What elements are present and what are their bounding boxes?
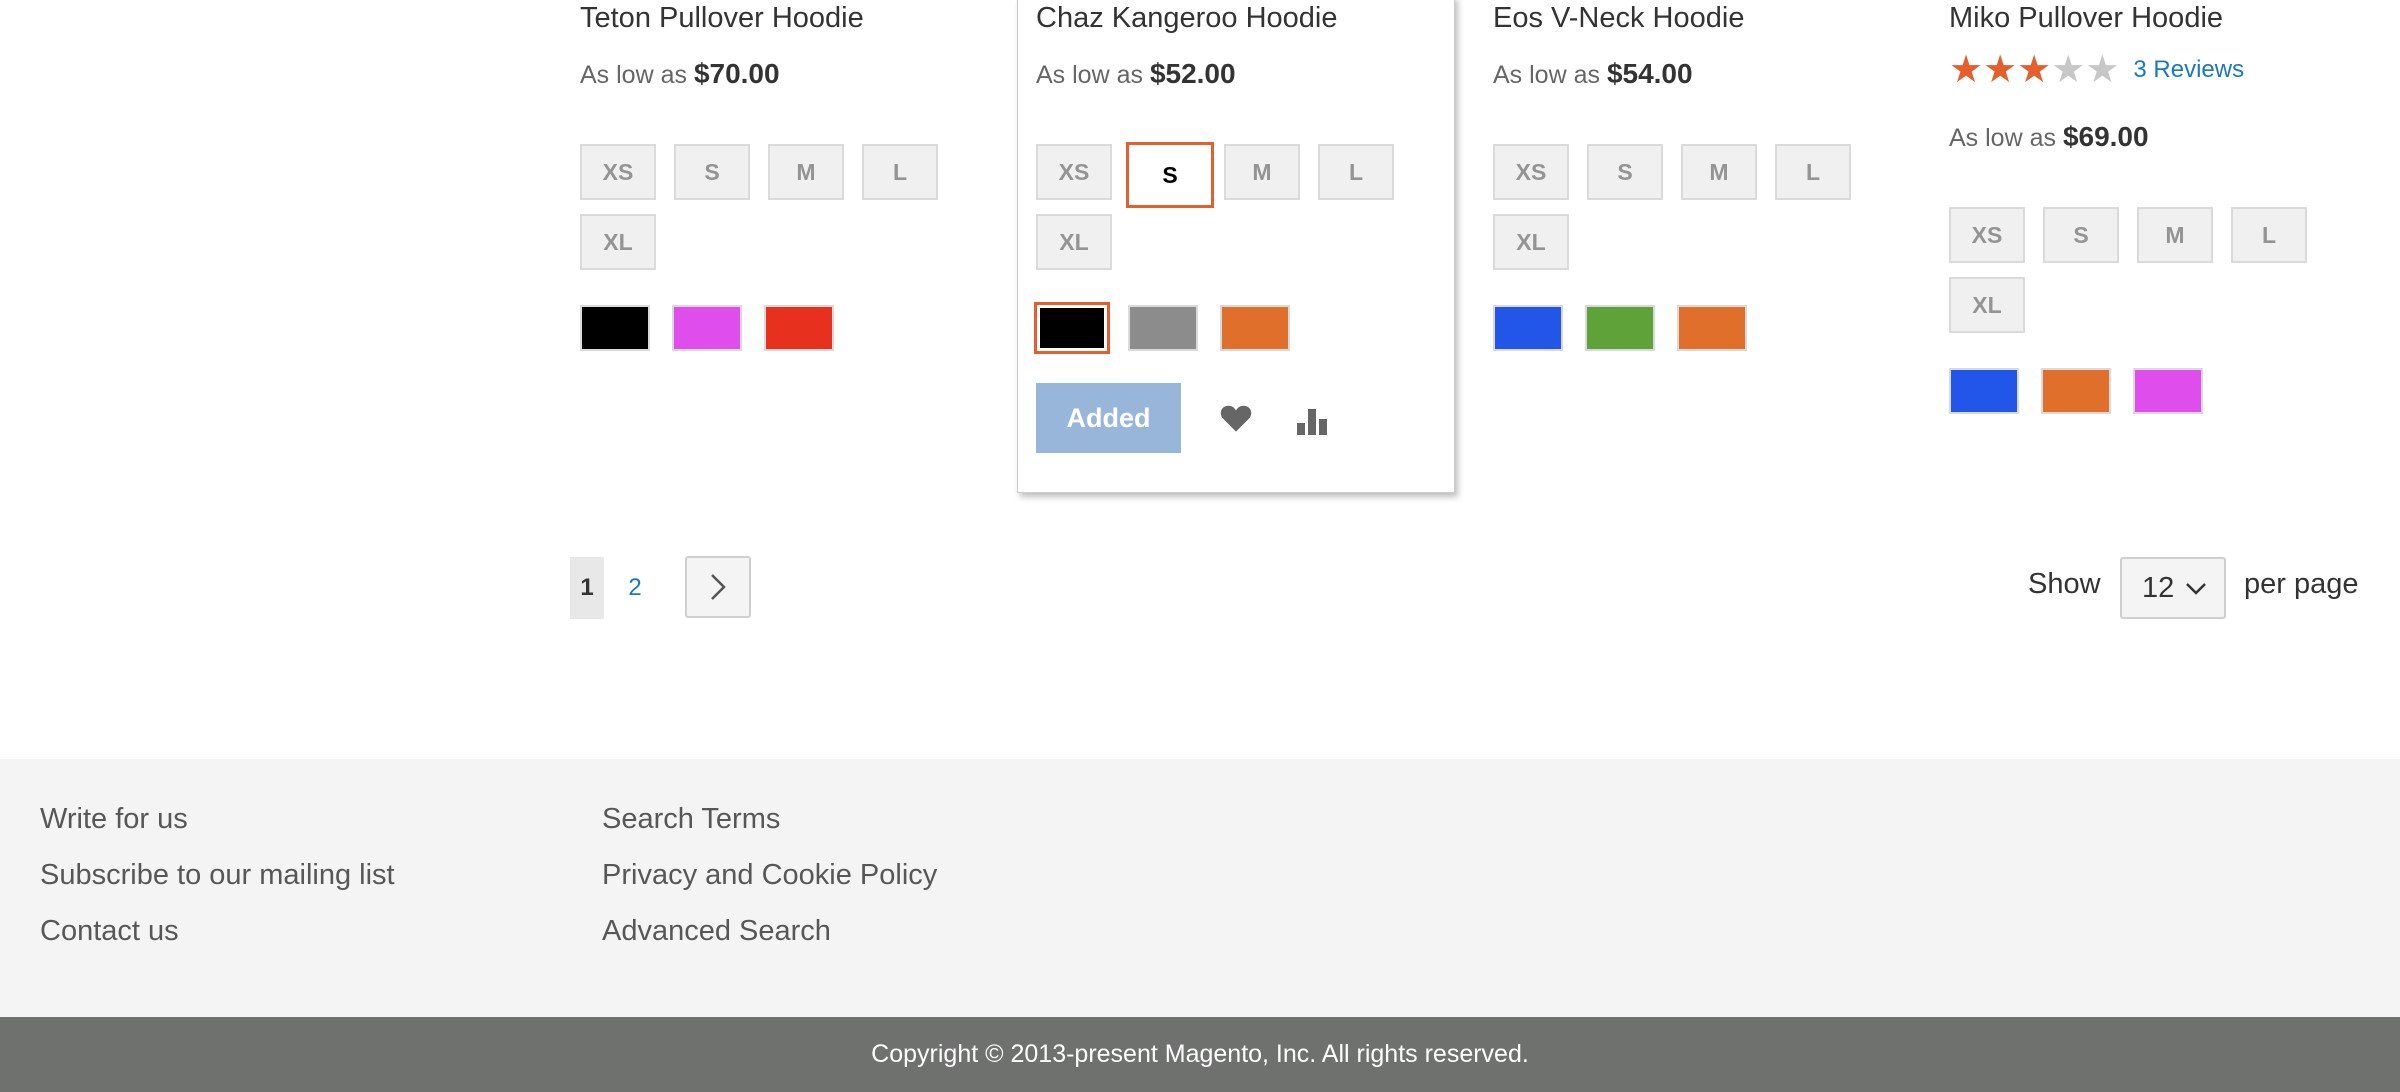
color-swatch-blue[interactable] [1493, 305, 1563, 351]
price-box: As low as $70.00 [580, 58, 780, 90]
size-option[interactable]: XS [1949, 207, 2025, 263]
reviews-link[interactable]: 3 Reviews [2133, 56, 2244, 84]
bar-chart-icon[interactable] [1292, 400, 1332, 440]
price: $54.00 [1606, 58, 1693, 89]
size-option[interactable]: S [1587, 144, 1663, 200]
limiter-per-page-label: per page [2244, 568, 2359, 600]
copyright-text: Copyright © 2013-present Magento, Inc. A… [871, 1040, 1529, 1068]
footer-link[interactable]: Advanced Search [602, 913, 937, 969]
star-filled-icon: ★ [1983, 49, 2018, 91]
pager-next-button[interactable] [685, 556, 751, 618]
star-empty-icon: ★ [2051, 49, 2086, 91]
limiter-select[interactable]: 12 [2120, 557, 2226, 619]
price: $52.00 [1149, 58, 1236, 89]
footer-link[interactable]: Write for us [40, 801, 395, 857]
price-box: As low as $52.00 [1036, 58, 1236, 90]
add-to-cart-button[interactable]: Added [1036, 383, 1181, 453]
size-option[interactable]: XL [580, 214, 656, 270]
price: $69.00 [2062, 121, 2149, 152]
size-option[interactable]: L [1318, 144, 1394, 200]
color-swatch-orange[interactable] [1220, 305, 1290, 351]
size-option[interactable]: XL [1949, 277, 2025, 333]
price-prefix: As low as [1493, 61, 1600, 89]
chevron-right-icon [711, 574, 726, 600]
size-option[interactable]: XL [1036, 214, 1112, 270]
rating-summary: ★ ★ ★ ★ ★ 3 Reviews [1949, 50, 2244, 90]
footer-link[interactable]: Contact us [40, 913, 395, 969]
limiter-value: 12 [2142, 571, 2175, 604]
star-filled-icon: ★ [2017, 49, 2052, 91]
page-footer: Write for us Subscribe to our mailing li… [0, 759, 2400, 1017]
chevron-down-icon [2186, 583, 2206, 595]
size-option[interactable]: M [1681, 144, 1757, 200]
copyright-bar: Copyright © 2013-present Magento, Inc. A… [0, 1017, 2400, 1092]
size-option[interactable]: XS [580, 144, 656, 200]
color-swatch-purple[interactable] [672, 305, 742, 351]
color-swatch-orange[interactable] [2041, 368, 2111, 414]
size-option[interactable]: L [862, 144, 938, 200]
size-option[interactable]: XS [1036, 144, 1112, 200]
product-name[interactable]: Miko Pullover Hoodie [1949, 0, 2223, 36]
color-swatch-black-selected[interactable] [1034, 302, 1110, 354]
size-option[interactable]: M [2137, 207, 2213, 263]
size-option[interactable]: M [1224, 144, 1300, 200]
size-option[interactable]: M [768, 144, 844, 200]
color-swatch-green[interactable] [1585, 305, 1655, 351]
price-box: As low as $69.00 [1949, 121, 2149, 153]
price-prefix: As low as [1036, 61, 1143, 89]
footer-link[interactable]: Subscribe to our mailing list [40, 857, 395, 913]
footer-links-column: Write for us Subscribe to our mailing li… [40, 801, 395, 969]
size-option[interactable]: S [674, 144, 750, 200]
pager-current-page: 1 [570, 557, 604, 619]
product-name[interactable]: Chaz Kangeroo Hoodie [1036, 0, 1337, 36]
size-option[interactable]: L [2231, 207, 2307, 263]
size-option-selected[interactable]: S [1126, 142, 1214, 208]
price-prefix: As low as [1949, 124, 2056, 152]
size-option[interactable]: L [1775, 144, 1851, 200]
footer-link[interactable]: Privacy and Cookie Policy [602, 857, 937, 913]
product-name[interactable]: Teton Pullover Hoodie [580, 0, 864, 36]
color-swatch-red[interactable] [764, 305, 834, 351]
product-name[interactable]: Eos V-Neck Hoodie [1493, 0, 1744, 36]
size-option[interactable]: S [2043, 207, 2119, 263]
footer-links-column: Search Terms Privacy and Cookie Policy A… [602, 801, 937, 969]
color-swatch-black[interactable] [580, 305, 650, 351]
star-filled-icon: ★ [1949, 49, 1984, 91]
footer-link[interactable]: Search Terms [602, 801, 937, 857]
price-box: As low as $54.00 [1493, 58, 1693, 90]
color-swatch-purple[interactable] [2133, 368, 2203, 414]
color-swatch-orange[interactable] [1677, 305, 1747, 351]
size-option[interactable]: XL [1493, 214, 1569, 270]
size-option[interactable]: XS [1493, 144, 1569, 200]
limiter-show-label: Show [2028, 568, 2101, 600]
price: $70.00 [693, 58, 780, 89]
star-empty-icon: ★ [2085, 49, 2120, 91]
color-swatch-gray[interactable] [1128, 305, 1198, 351]
color-swatch-blue[interactable] [1949, 368, 2019, 414]
heart-icon[interactable] [1216, 398, 1256, 438]
pager-page-link[interactable]: 2 [618, 557, 652, 619]
price-prefix: As low as [580, 61, 687, 89]
